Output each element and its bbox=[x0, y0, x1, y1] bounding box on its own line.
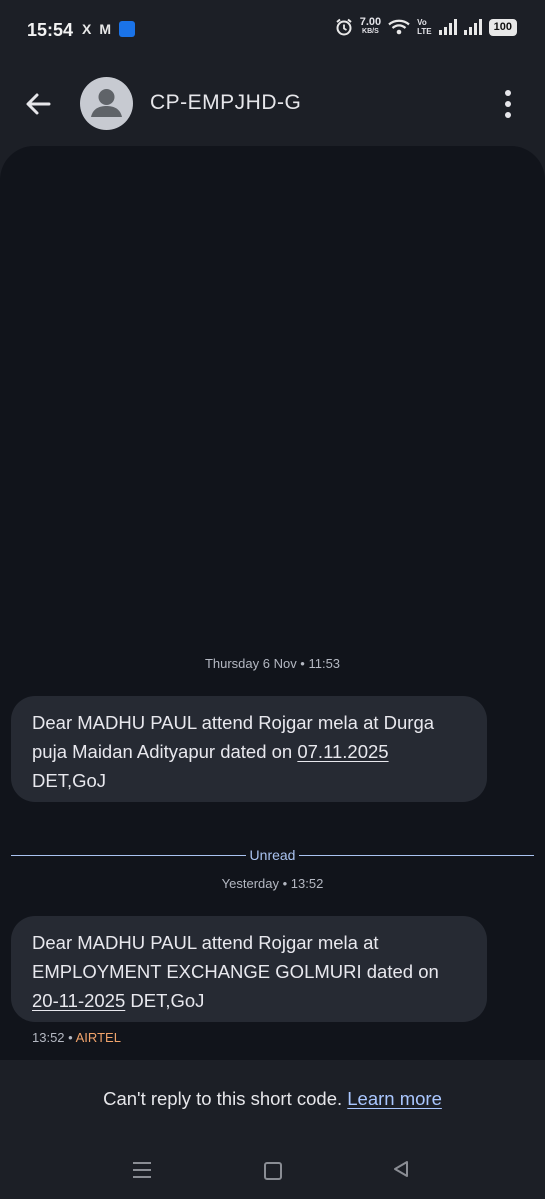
message-text-end: DET,GoJ bbox=[32, 770, 107, 791]
nav-back-icon bbox=[394, 1161, 408, 1177]
battery-icon: 100 bbox=[488, 18, 517, 36]
message-bubble[interactable]: Dear MADHU PAUL attend Rojgar mela at Du… bbox=[11, 696, 487, 802]
signal-icon-2 bbox=[463, 19, 482, 35]
gmail-icon: M bbox=[99, 21, 112, 37]
date-link[interactable]: 20-11-2025 bbox=[32, 990, 125, 1011]
status-bar: 15:54 X M 7.00 KB/S Vo LTE 100 bbox=[0, 0, 545, 60]
app-icon bbox=[119, 21, 136, 37]
reply-notice: Can't reply to this short code. Learn mo… bbox=[0, 1060, 545, 1140]
alarm-icon bbox=[336, 18, 352, 36]
message-meta: 13:52 • AIRTEL bbox=[32, 1030, 121, 1045]
wifi-icon bbox=[388, 19, 410, 35]
x-icon: X bbox=[82, 21, 92, 37]
divider-line bbox=[299, 854, 535, 856]
message-text-end: DET,GoJ bbox=[125, 990, 205, 1011]
conversation-panel[interactable]: Thursday 6 Nov • 11:53 Dear MADHU PAUL a… bbox=[0, 146, 545, 1060]
message-timestamp: Yesterday • 13:52 bbox=[221, 876, 324, 891]
contact-avatar[interactable] bbox=[80, 77, 133, 130]
navigation-bar bbox=[0, 1140, 545, 1199]
system-icons: 7.00 KB/S Vo LTE 100 bbox=[335, 16, 517, 36]
back-arrow-icon bbox=[26, 93, 51, 115]
recents-button[interactable] bbox=[133, 1162, 151, 1178]
learn-more-link[interactable]: Learn more bbox=[347, 1088, 442, 1109]
back-button[interactable] bbox=[22, 88, 54, 120]
status-time: 15:54 bbox=[27, 20, 74, 40]
person-icon bbox=[91, 89, 122, 117]
unread-label: Unread bbox=[249, 847, 296, 863]
unread-divider: Unread bbox=[11, 847, 535, 863]
nav-back-button[interactable] bbox=[392, 1160, 410, 1183]
dot-icon bbox=[505, 90, 511, 96]
message-text: Dear MADHU PAUL attend Rojgar mela at EM… bbox=[32, 932, 439, 982]
message-timestamp: Thursday 6 Nov • 11:53 bbox=[204, 656, 341, 671]
message-time: 13:52 bbox=[32, 1030, 65, 1045]
volte-indicator: Vo LTE bbox=[417, 18, 432, 36]
dot-icon bbox=[505, 112, 511, 118]
reply-notice-text: Can't reply to this short code. Learn mo… bbox=[0, 1088, 545, 1110]
contact-name: CP-EMPJHD-G bbox=[150, 91, 302, 114]
reply-notice-message: Can't reply to this short code. bbox=[103, 1088, 343, 1109]
message-bubble[interactable]: Dear MADHU PAUL attend Rojgar mela at EM… bbox=[11, 916, 487, 1022]
more-options-button[interactable] bbox=[496, 90, 520, 118]
app-bar: CP-EMPJHD-G bbox=[0, 60, 545, 146]
divider-line bbox=[11, 854, 246, 856]
home-button[interactable] bbox=[264, 1162, 282, 1180]
dot-icon bbox=[505, 101, 511, 107]
sim-label: AIRTEL bbox=[75, 1030, 121, 1045]
date-link[interactable]: 07.11.2025 bbox=[297, 741, 388, 762]
notification-icons: X M bbox=[82, 21, 136, 37]
net-speed: 7.00 KB/S bbox=[359, 16, 382, 36]
signal-icon bbox=[438, 19, 457, 35]
meta-separator: • bbox=[68, 1030, 73, 1045]
